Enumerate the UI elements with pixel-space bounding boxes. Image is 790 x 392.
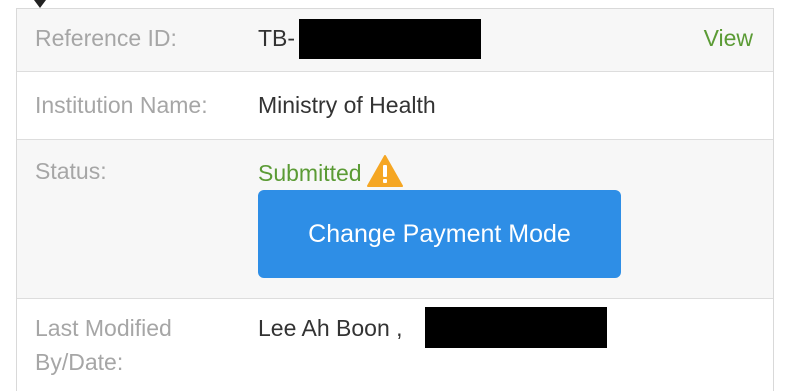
reference-id-redaction <box>299 19 481 59</box>
status-row: Status: Submitted Change Payment Mode <box>17 140 773 299</box>
details-card: Reference ID: TB- View Institution Name:… <box>16 8 774 392</box>
reference-id-row: Reference ID: TB- View <box>17 9 773 72</box>
status-value: Submitted <box>258 160 362 186</box>
institution-row: Institution Name: Ministry of Health <box>17 72 773 140</box>
last-modified-name: Lee Ah Boon , <box>258 315 403 341</box>
view-link[interactable]: View <box>704 21 753 55</box>
last-modified-date-redaction <box>425 307 607 348</box>
status-label: Status: <box>35 158 107 184</box>
change-payment-mode-button[interactable]: Change Payment Mode <box>258 190 621 278</box>
institution-label: Institution Name: <box>35 92 208 118</box>
reference-id-value: TB- <box>258 25 296 51</box>
institution-value: Ministry of Health <box>258 92 436 118</box>
caret-down-icon <box>34 0 46 8</box>
last-modified-label-line2: By/Date: <box>35 349 124 375</box>
last-modified-label-line1: Last Modified <box>35 315 172 341</box>
last-modified-row: Last Modified By/Date: Lee Ah Boon , <box>17 299 773 392</box>
last-modified-label: Last Modified By/Date: <box>35 311 172 379</box>
reference-id-label: Reference ID: <box>35 25 177 51</box>
